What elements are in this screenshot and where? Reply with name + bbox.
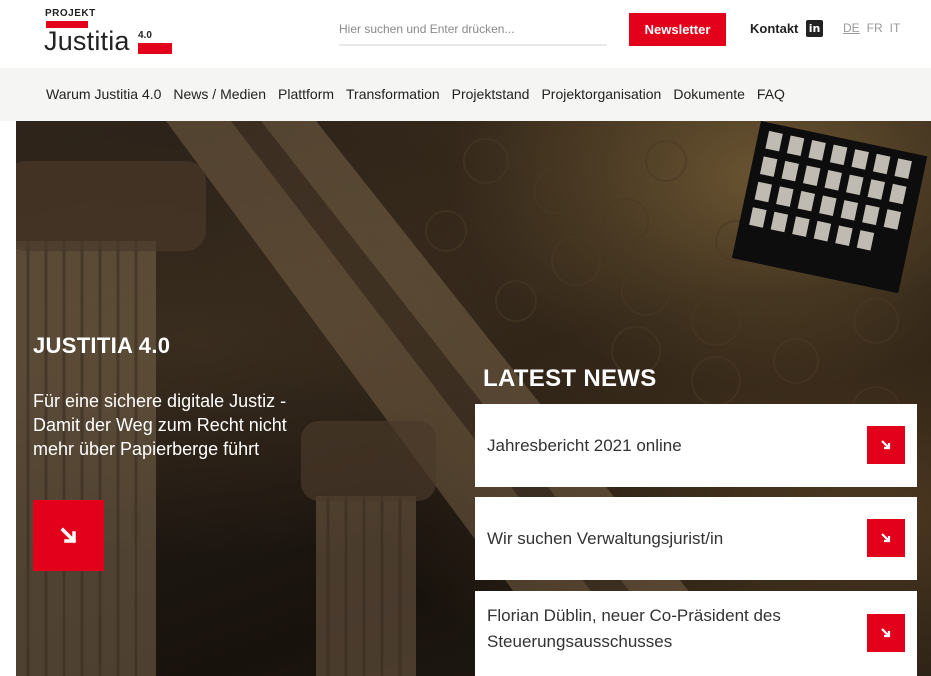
linkedin-icon[interactable]: in (806, 20, 823, 37)
nav-item-projektorganisation[interactable]: Projektorganisation (541, 86, 661, 102)
hero-subtitle: Für eine sichere digitale Justiz - Damit… (33, 391, 287, 459)
arrow-down-right-icon (881, 533, 891, 543)
lang-de[interactable]: DE (843, 21, 860, 35)
hero-title: JUSTITIA 4.0 (33, 333, 171, 358)
nav-item-transformation[interactable]: Transformation (346, 86, 440, 102)
news-arrow-button[interactable] (867, 519, 905, 557)
hero-cta-button[interactable] (33, 500, 104, 571)
news-item-label: Wir suchen Verwaltungsjurist/in (487, 529, 724, 548)
logo-version-text: 4.0 (138, 30, 152, 41)
lang-fr[interactable]: FR (867, 21, 883, 35)
latest-news-title: LATEST NEWS (483, 365, 657, 392)
justitia-logo[interactable]: PROJEKT Justitia 4.0 (44, 8, 184, 60)
arrow-down-right-icon (881, 440, 891, 450)
nav-item-plattform[interactable]: Plattform (278, 86, 334, 102)
newsletter-button[interactable]: Newsletter (629, 13, 726, 46)
news-item-label: Jahresbericht 2021 online (487, 436, 682, 455)
logo-wordmark: Justitia (44, 26, 130, 56)
nav-item-dokumente[interactable]: Dokumente (673, 86, 745, 102)
arrow-down-right-icon (60, 527, 76, 543)
nav-item-warum[interactable]: Warum Justitia 4.0 (46, 86, 161, 102)
news-arrow-button[interactable] (867, 614, 905, 652)
logo-version-block (138, 43, 172, 54)
news-item[interactable]: Jahresbericht 2021 online (475, 404, 917, 487)
hero-section: JUSTITIA 4.0 Für eine sichere digitale J… (16, 121, 931, 676)
nav-item-projektstand[interactable]: Projektstand (452, 86, 530, 102)
search-box (339, 16, 607, 46)
kontakt-link[interactable]: Kontakt (750, 21, 798, 36)
site-header: PROJEKT Justitia 4.0 Newsletter Kontakt … (0, 0, 931, 68)
news-item[interactable]: Wir suchen Verwaltungsjurist/in (475, 497, 917, 580)
logo-projekt-text: PROJEKT (45, 8, 96, 19)
news-item[interactable]: Florian Düblin, neuer Co-Präsident des S… (475, 591, 917, 676)
language-switcher: DE FR IT (843, 21, 900, 35)
nav-item-faq[interactable]: FAQ (757, 86, 785, 102)
logo-version-badge: 4.0 (138, 30, 172, 54)
arrow-down-right-icon (881, 628, 891, 638)
news-arrow-button[interactable] (867, 426, 905, 464)
main-nav: Warum Justitia 4.0 News / Medien Plattfo… (0, 68, 931, 121)
news-item-label: Florian Düblin, neuer Co-Präsident des S… (487, 606, 781, 651)
nav-item-news[interactable]: News / Medien (173, 86, 266, 102)
lang-it[interactable]: IT (890, 21, 901, 35)
search-input[interactable] (339, 16, 607, 42)
